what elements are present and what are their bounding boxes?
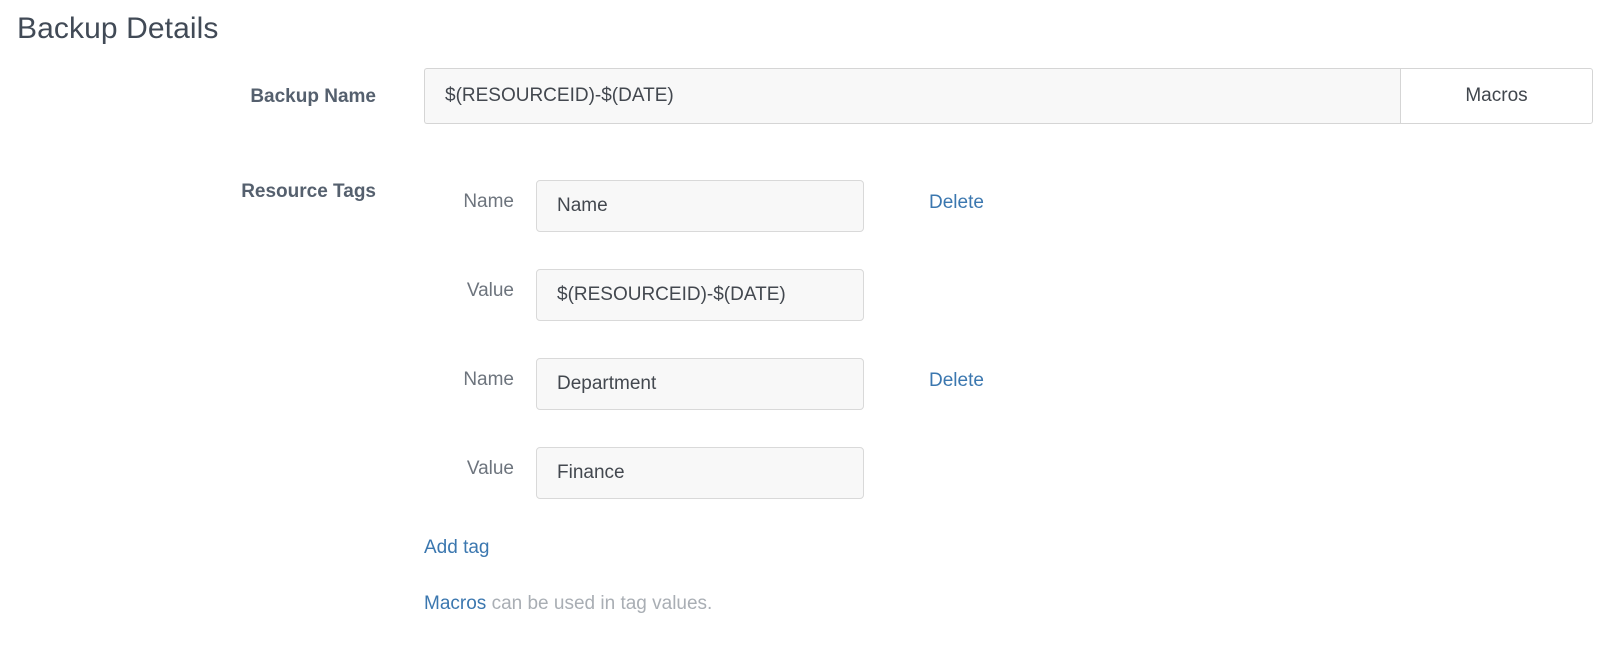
page-title: Backup Details <box>17 10 219 48</box>
tag-name-label: Name <box>424 190 514 214</box>
backup-details-page: Backup Details Backup Name $(RESOURCEID)… <box>0 0 1623 669</box>
tag-row: Value $(RESOURCEID)-$(DATE) <box>424 269 1524 358</box>
add-tag-link[interactable]: Add tag <box>424 536 490 560</box>
macros-button[interactable]: Macros <box>1400 68 1593 124</box>
resource-tags-label: Resource Tags <box>0 180 376 204</box>
resource-tags-row: Resource Tags Name Name Delete Value $(R… <box>0 180 1623 630</box>
backup-name-label: Backup Name <box>0 85 376 109</box>
tag-row: Value Finance <box>424 447 1524 536</box>
tag-row: Name Name Delete <box>424 180 1524 269</box>
tag-value-input[interactable]: Finance <box>536 447 864 499</box>
tag-row: Name Department Delete <box>424 358 1524 447</box>
backup-name-input[interactable]: $(RESOURCEID)-$(DATE) <box>424 68 1400 124</box>
tag-name-label: Name <box>424 368 514 392</box>
macros-hint-text: can be used in tag values. <box>486 593 712 614</box>
macros-hint: Macros can be used in tag values. <box>424 592 712 616</box>
tag-name-input[interactable]: Department <box>536 358 864 410</box>
macros-hint-link[interactable]: Macros <box>424 593 486 614</box>
delete-tag-link[interactable]: Delete <box>929 369 984 393</box>
resource-tags-area: Name Name Delete Value $(RESOURCEID)-$(D… <box>424 180 1524 536</box>
backup-name-input-group: $(RESOURCEID)-$(DATE) Macros <box>424 68 1593 124</box>
backup-name-row: Backup Name $(RESOURCEID)-$(DATE) Macros <box>0 68 1623 126</box>
tag-value-input[interactable]: $(RESOURCEID)-$(DATE) <box>536 269 864 321</box>
tag-value-label: Value <box>424 279 514 303</box>
delete-tag-link[interactable]: Delete <box>929 191 984 215</box>
tag-value-label: Value <box>424 457 514 481</box>
tag-name-input[interactable]: Name <box>536 180 864 232</box>
